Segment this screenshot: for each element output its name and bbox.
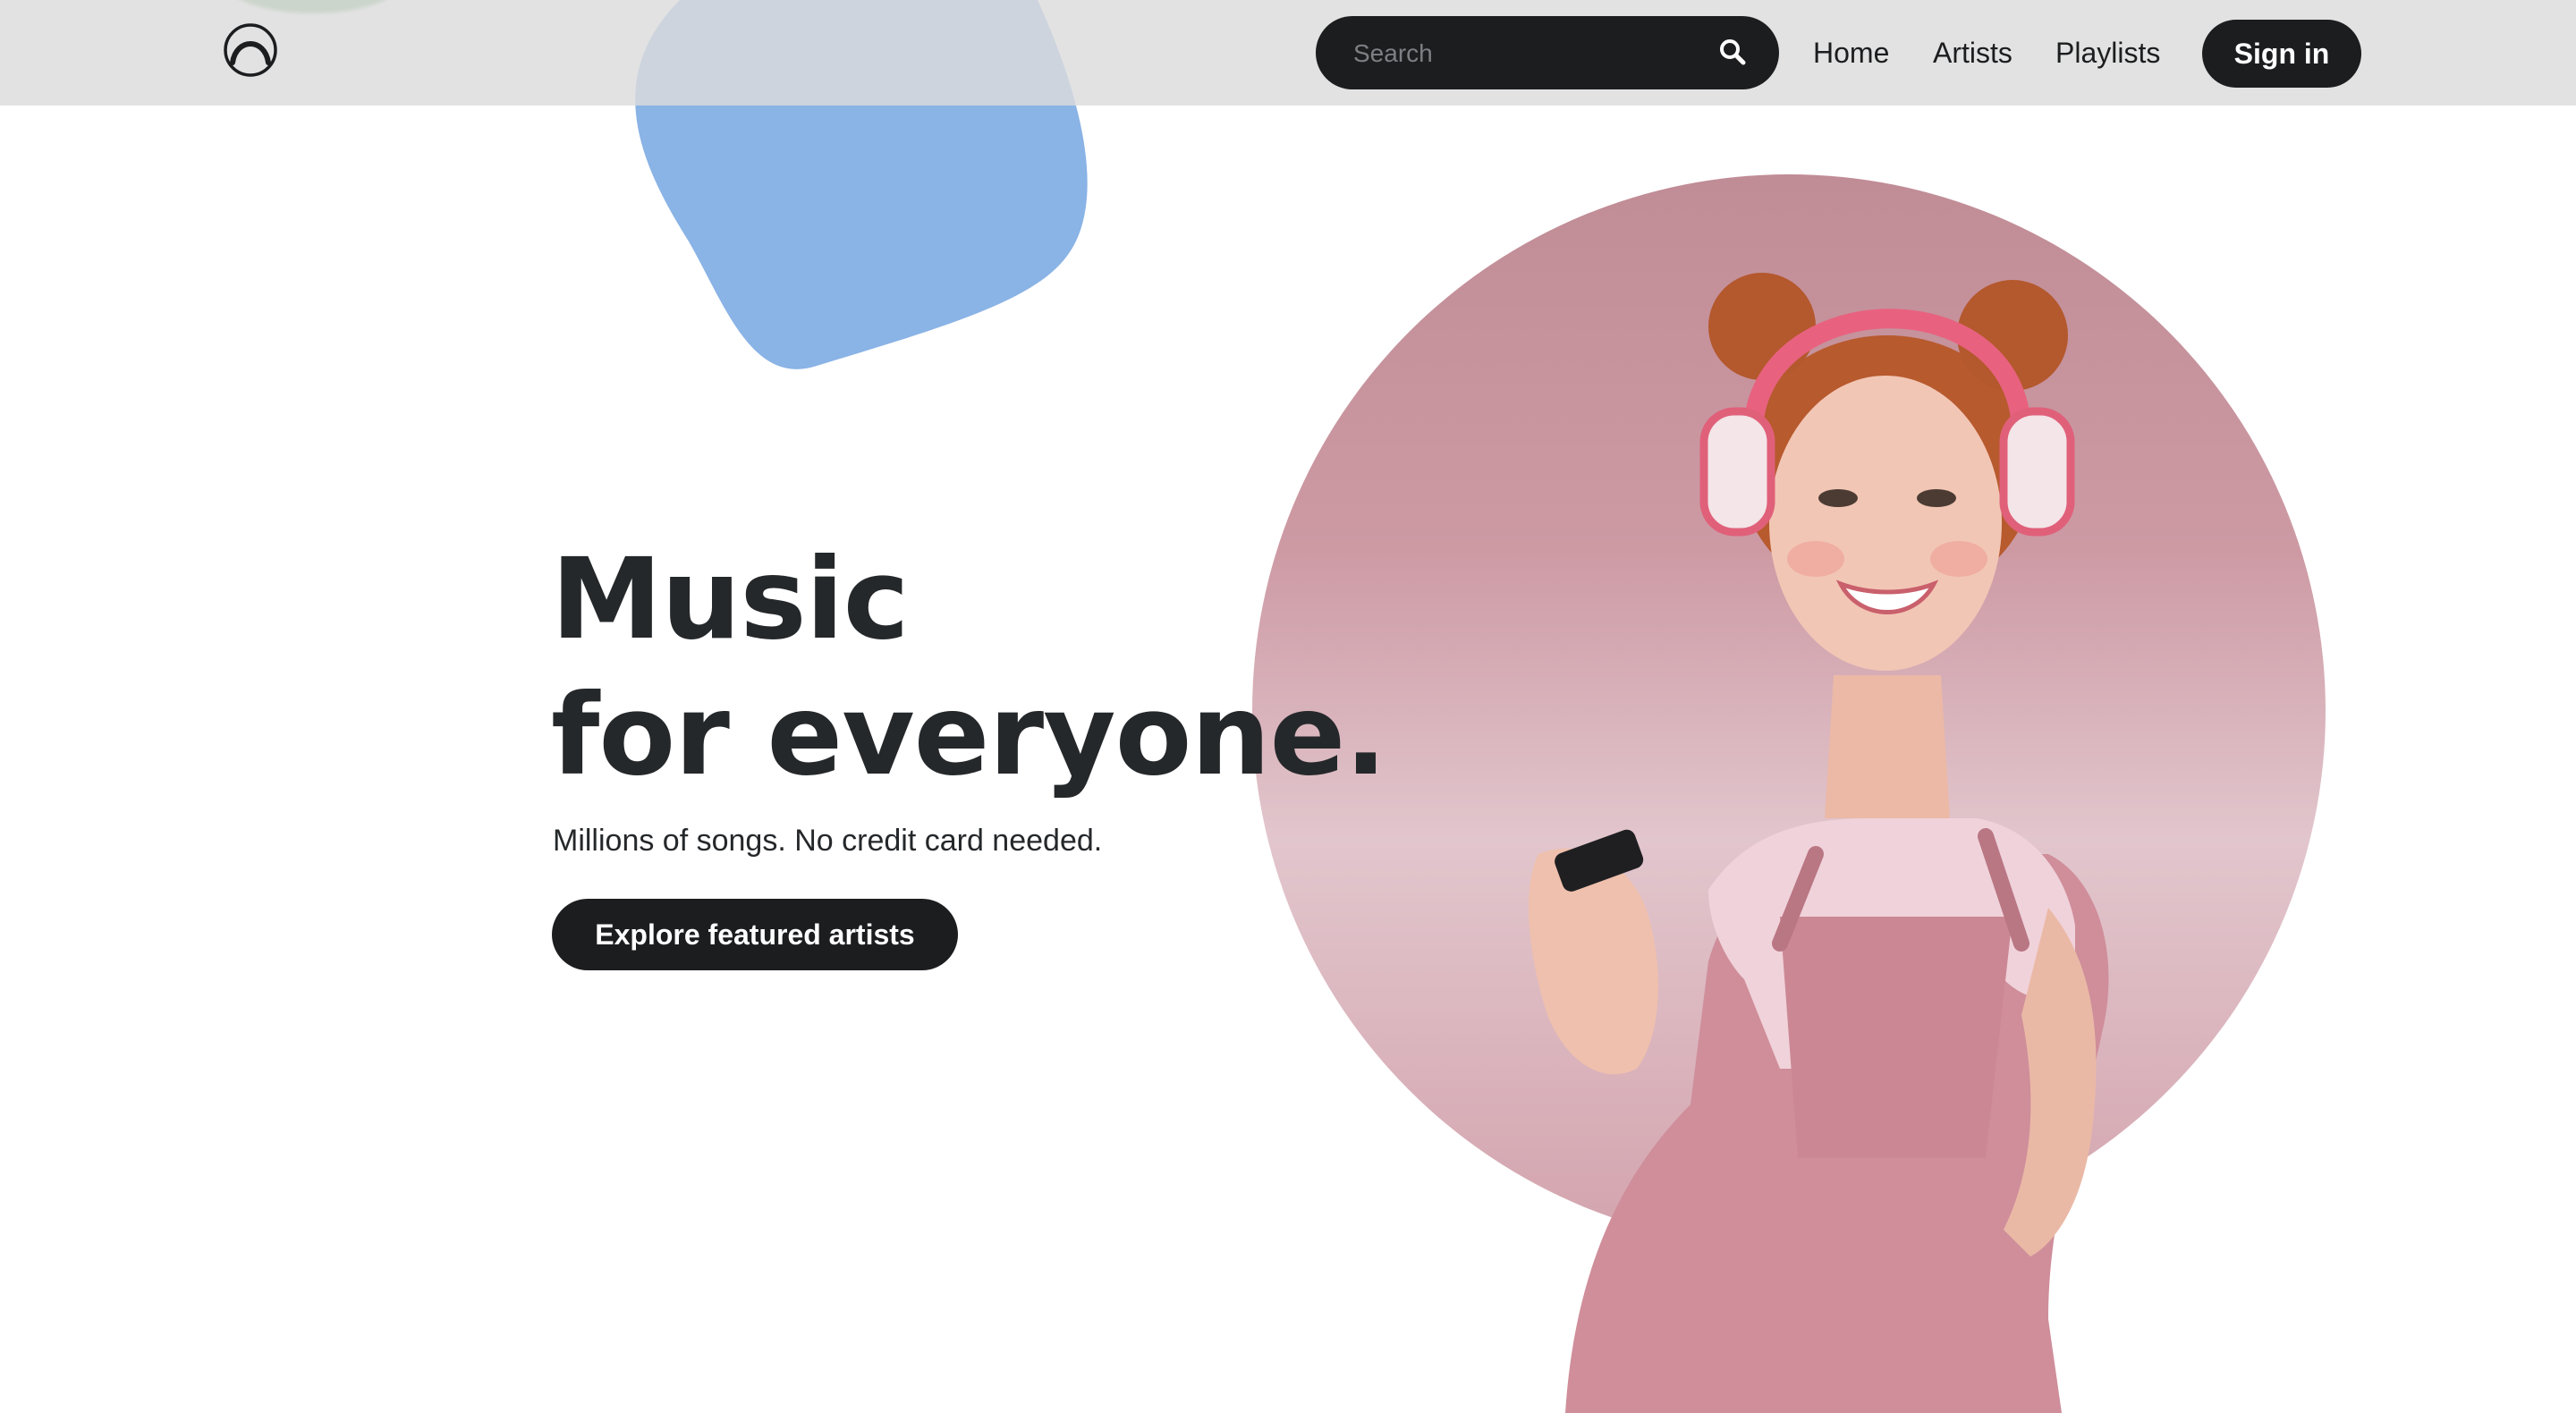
hero-title-line-1: Music xyxy=(551,535,910,664)
hero-title-line-2: for everyone. xyxy=(551,671,1387,800)
hero-subtitle: Millions of songs. No credit card needed… xyxy=(553,824,1103,858)
sign-in-button[interactable]: Sign in xyxy=(2202,20,2361,88)
nav-link-artists[interactable]: Artists xyxy=(1933,30,2012,75)
top-navigation-bar: Home Artists Playlists Sign in xyxy=(0,0,2576,106)
explore-featured-artists-button[interactable]: Explore featured artists xyxy=(552,899,958,970)
nav-link-playlists[interactable]: Playlists xyxy=(2055,30,2160,75)
nav-link-home[interactable]: Home xyxy=(1813,30,1889,75)
logo-icon[interactable] xyxy=(222,21,279,79)
search-bar xyxy=(1316,16,1779,91)
hero-title: Music for everyone. xyxy=(551,532,1387,804)
search-icon[interactable] xyxy=(1716,36,1749,68)
page: Home Artists Playlists Sign in xyxy=(0,0,2576,1413)
search-input[interactable] xyxy=(1352,16,1713,91)
hero-image-woman-with-headphones xyxy=(1252,174,2326,1413)
